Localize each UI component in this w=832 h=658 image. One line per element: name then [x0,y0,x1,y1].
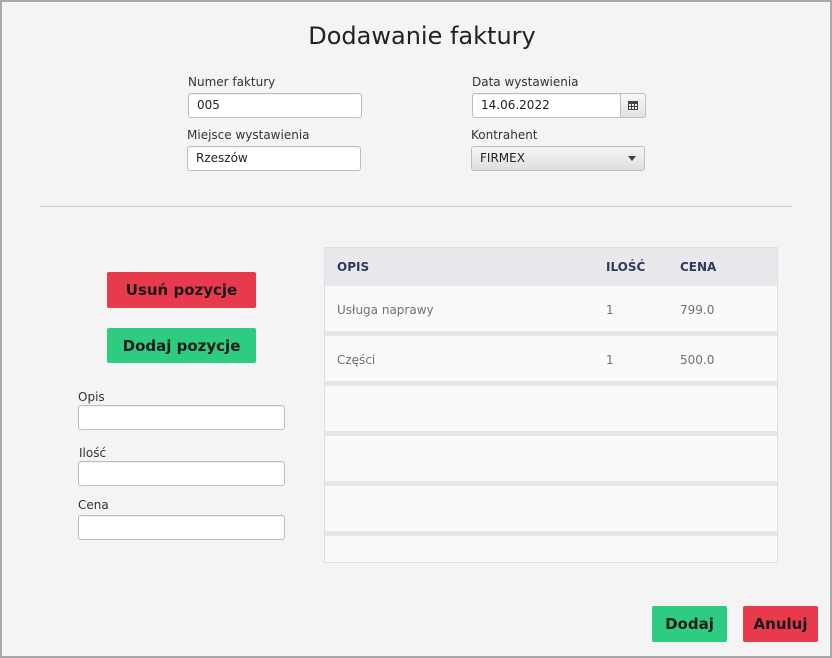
calendar-icon [628,101,638,110]
issue-place-label: Miejsce wystawienia [187,128,310,142]
description-field[interactable] [78,405,285,430]
date-picker-button[interactable] [620,93,646,118]
column-header-quantity[interactable]: ILOŚĆ [606,260,645,274]
description-label: Opis [78,390,105,404]
price-field[interactable] [78,515,285,540]
column-header-description[interactable]: OPIS [337,260,369,274]
contractor-selected-value: FIRMEX [480,151,525,165]
invoice-number-label: Numer faktury [188,75,276,89]
cell-description: Części [337,353,376,367]
table-row[interactable] [325,486,777,531]
page-title: Dodawanie faktury [308,22,536,50]
table-row[interactable] [325,436,777,481]
invoice-number-field[interactable]: 005 [188,93,362,118]
remove-item-button[interactable]: Usuń pozycje [107,272,256,308]
cell-price: 500.0 [680,353,715,367]
cell-price: 799.0 [680,303,715,317]
cell-quantity: 1 [606,303,614,317]
issue-place-field[interactable]: Rzeszów [187,146,361,171]
table-header: OPIS ILOŚĆ CENA [325,248,777,286]
table-row[interactable] [325,536,777,562]
chevron-down-icon [628,156,636,161]
section-divider [40,206,792,207]
price-label: Cena [78,498,109,512]
items-table[interactable]: OPIS ILOŚĆ CENA Usługa naprawy 1 799.0 C… [324,247,778,563]
issue-date-field[interactable]: 14.06.2022 [472,93,621,118]
add-item-button[interactable]: Dodaj pozycje [107,328,256,363]
quantity-label: Ilość [79,446,107,460]
table-row[interactable]: Usługa naprawy 1 799.0 [325,286,777,331]
submit-button[interactable]: Dodaj [652,606,727,642]
cancel-button[interactable]: Anuluj [743,606,818,642]
contractor-label: Kontrahent [471,128,538,142]
column-header-price[interactable]: CENA [680,260,716,274]
quantity-field[interactable] [78,461,285,486]
issue-date-label: Data wystawienia [472,75,579,89]
contractor-select[interactable]: FIRMEX [471,146,645,171]
cell-description: Usługa naprawy [337,303,434,317]
table-row[interactable]: Części 1 500.0 [325,336,777,381]
table-row[interactable] [325,386,777,431]
cell-quantity: 1 [606,353,614,367]
